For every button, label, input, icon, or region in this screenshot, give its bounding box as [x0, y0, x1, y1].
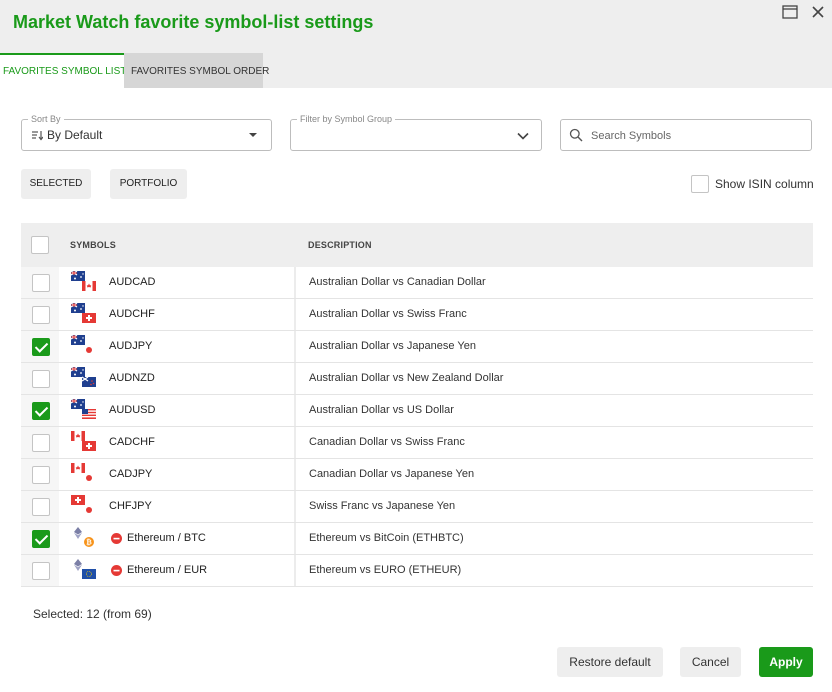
symbol-name: CADJPY: [109, 468, 153, 480]
stop-icon: [111, 565, 122, 576]
selected-filter-button[interactable]: SELECTED: [21, 169, 91, 199]
symbol-name: AUDNZD: [109, 372, 155, 384]
row-checkbox-cell: [21, 395, 61, 426]
symbol-name: AUDCHF: [109, 308, 155, 320]
symbol-cell: CADCHF: [63, 427, 296, 458]
row-checkbox[interactable]: [32, 370, 50, 388]
row-checkbox-cell: [21, 491, 61, 522]
table-row[interactable]: AUDCAD Australian Dollar vs Canadian Doll…: [21, 267, 813, 299]
row-checkbox-cell: [21, 363, 61, 394]
row-checkbox[interactable]: [32, 530, 50, 548]
chevron-down-icon: [517, 132, 529, 140]
table-body: AUDCAD Australian Dollar vs Canadian Doll…: [21, 267, 813, 587]
symbol-cell: Ethereum / EUR: [63, 555, 296, 586]
search-field: [560, 119, 812, 151]
row-checkbox[interactable]: [32, 434, 50, 452]
tab-bar: FAVORITES SYMBOL LIST FAVORITES SYMBOL O…: [0, 53, 269, 88]
symbol-name: AUDJPY: [109, 340, 153, 352]
symbol-name: AUDUSD: [109, 404, 156, 416]
sort-by-select[interactable]: Sort By By Default: [21, 113, 272, 151]
table-row[interactable]: AUDUSD Australian Dollar vs US Dollar: [21, 395, 813, 427]
row-checkbox[interactable]: [32, 498, 50, 516]
table-row[interactable]: ₿ Ethereum / BTC Ethereum vs BitCoin (ETHB…: [21, 523, 813, 555]
table-header: SYMBOLS DESCRIPTION: [21, 223, 813, 267]
symbol-name: Ethereum / EUR: [127, 564, 208, 576]
search-icon: [569, 128, 583, 142]
stop-icon: [111, 533, 122, 544]
symbols-table: SYMBOLS DESCRIPTION AUDCAD Australian Dol…: [21, 223, 813, 595]
symbols-column-header: SYMBOLS: [70, 240, 116, 250]
symbol-description: Australian Dollar vs Japanese Yen: [309, 340, 476, 352]
show-isin-label: Show ISIN column: [715, 177, 814, 191]
symbol-cell: AUDNZD: [63, 363, 296, 394]
symbol-description: Australian Dollar vs New Zealand Dollar: [309, 372, 504, 384]
show-isin-toggle[interactable]: Show ISIN column: [691, 175, 814, 193]
row-checkbox-cell: [21, 267, 61, 298]
symbol-description: Ethereum vs EURO (ETHEUR): [309, 564, 462, 576]
row-checkbox-cell: [21, 459, 61, 490]
row-checkbox-cell: [21, 331, 61, 362]
sort-by-legend: Sort By: [28, 113, 64, 125]
symbol-cell: AUDCHF: [63, 299, 296, 330]
symbol-description: Ethereum vs BitCoin (ETHBTC): [309, 532, 464, 544]
symbol-cell: ₿ Ethereum / BTC: [63, 523, 296, 554]
row-checkbox[interactable]: [32, 562, 50, 580]
tab-favorites-symbol-list[interactable]: FAVORITES SYMBOL LIST: [0, 53, 126, 88]
select-all-checkbox[interactable]: [31, 236, 49, 254]
symbol-description: Australian Dollar vs Canadian Dollar: [309, 276, 486, 288]
apply-button[interactable]: Apply: [759, 647, 813, 677]
dialog-title: Market Watch favorite symbol-list settin…: [13, 12, 374, 32]
table-row[interactable]: CHFJPY Swiss Franc vs Japanese Yen: [21, 491, 813, 523]
row-checkbox[interactable]: [32, 306, 50, 324]
symbol-cell: AUDUSD: [63, 395, 296, 426]
search-input[interactable]: [591, 126, 806, 146]
symbol-cell: CADJPY: [63, 459, 296, 490]
symbol-cell: AUDJPY: [63, 331, 296, 362]
row-checkbox[interactable]: [32, 274, 50, 292]
table-row[interactable]: AUDJPY Australian Dollar vs Japanese Yen: [21, 331, 813, 363]
symbol-description: Australian Dollar vs US Dollar: [309, 404, 454, 416]
table-row[interactable]: CADCHF Canadian Dollar vs Swiss Franc: [21, 427, 813, 459]
row-checkbox[interactable]: [32, 466, 50, 484]
symbol-description: Swiss Franc vs Japanese Yen: [309, 500, 456, 512]
symbol-name: Ethereum / BTC: [127, 532, 206, 544]
row-checkbox-cell: [21, 523, 61, 554]
tab-favorites-symbol-order[interactable]: FAVORITES SYMBOL ORDER: [124, 53, 269, 88]
symbol-name: CHFJPY: [109, 500, 152, 512]
row-checkbox-cell: [21, 427, 61, 458]
row-checkbox-cell: [21, 299, 61, 330]
dialog-header: Market Watch favorite symbol-list settin…: [0, 0, 832, 88]
symbol-description: Canadian Dollar vs Japanese Yen: [309, 468, 475, 480]
row-checkbox[interactable]: [32, 402, 50, 420]
close-icon[interactable]: [810, 4, 826, 20]
sort-by-value: By Default: [47, 128, 103, 142]
caret-down-icon: [249, 133, 257, 137]
portfolio-filter-button[interactable]: PORTFOLIO: [110, 169, 187, 199]
symbol-name: AUDCAD: [109, 276, 156, 288]
description-column-header: DESCRIPTION: [308, 240, 372, 250]
table-row[interactable]: CADJPY Canadian Dollar vs Japanese Yen: [21, 459, 813, 491]
symbol-name: CADCHF: [109, 436, 155, 448]
svg-text:₿: ₿: [86, 539, 92, 547]
restore-default-button[interactable]: Restore default: [557, 647, 663, 677]
sort-icon: [32, 131, 43, 141]
table-row[interactable]: Ethereum / EUR Ethereum vs EURO (ETHEUR): [21, 555, 813, 587]
filter-legend: Filter by Symbol Group: [297, 113, 396, 125]
show-isin-checkbox[interactable]: [691, 175, 709, 193]
table-row[interactable]: AUDNZD Australian Dollar vs New Zealand D…: [21, 363, 813, 395]
row-checkbox[interactable]: [32, 338, 50, 356]
symbol-cell: CHFJPY: [63, 491, 296, 522]
symbol-description: Canadian Dollar vs Swiss Franc: [309, 436, 465, 448]
filter-symbol-group-select[interactable]: Filter by Symbol Group: [290, 113, 542, 151]
table-row[interactable]: AUDCHF Australian Dollar vs Swiss Franc: [21, 299, 813, 331]
row-checkbox-cell: [21, 555, 61, 586]
cancel-button[interactable]: Cancel: [680, 647, 741, 677]
symbol-description: Australian Dollar vs Swiss Franc: [309, 308, 467, 320]
selected-count: Selected: 12 (from 69): [33, 607, 152, 621]
symbol-cell: AUDCAD: [63, 267, 296, 298]
restore-window-icon[interactable]: [782, 4, 798, 20]
